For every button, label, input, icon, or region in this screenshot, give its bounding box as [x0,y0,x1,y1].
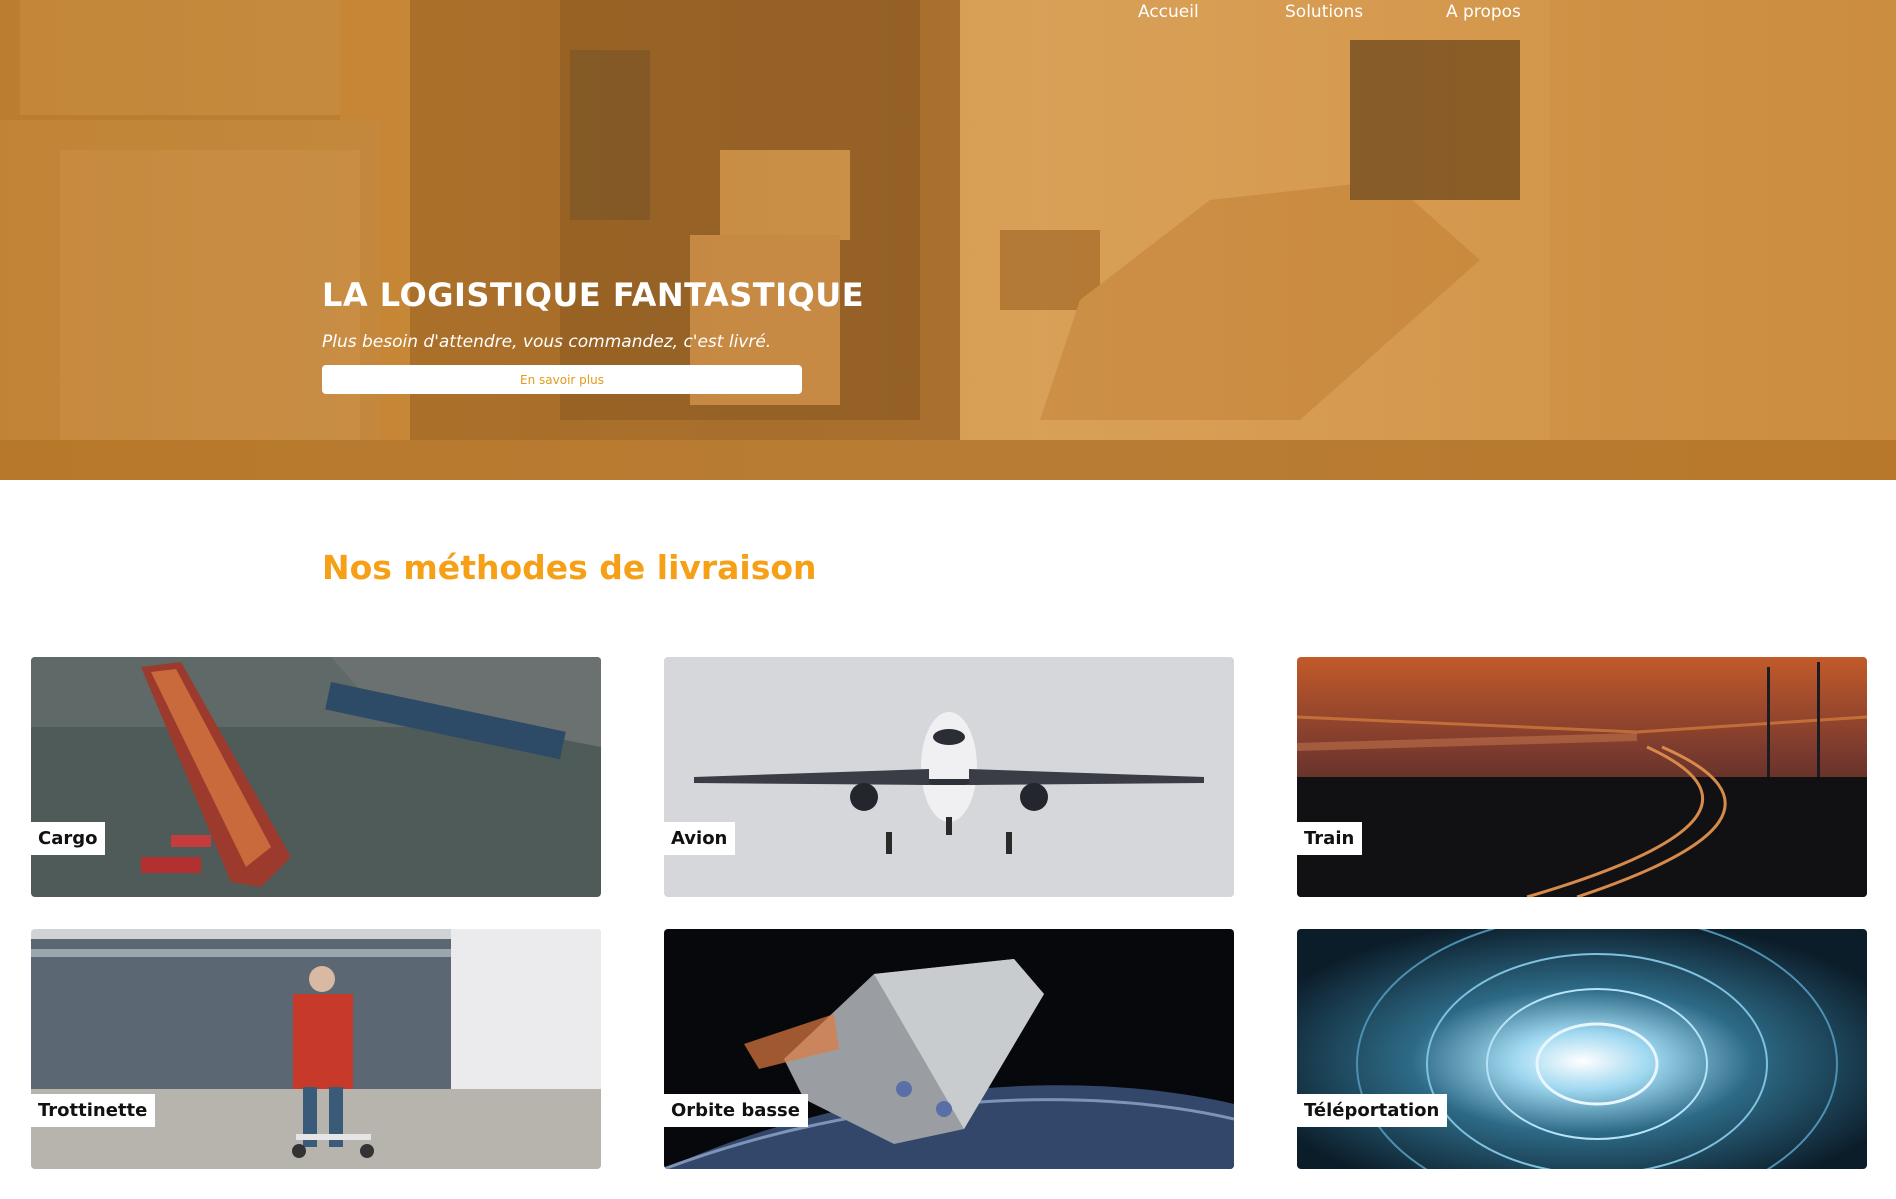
scooter-image [31,929,601,1169]
hero-subtitle: Plus besoin d'attendre, vous commandez, … [322,332,772,352]
method-label-train: Train [1297,822,1363,855]
method-label-cargo: Cargo [31,822,106,855]
method-label-teleportation: Téléportation [1297,1094,1448,1127]
hero-banner: Accueil Solutions A propos LA LOGISTIQUE… [0,0,1896,480]
method-label-orbite-basse: Orbite basse [664,1094,808,1127]
method-card-orbite-basse[interactable]: Orbite basse [664,929,1234,1169]
section-title: Nos méthodes de livraison [322,548,817,587]
spacecraft-image [664,929,1234,1169]
nav-item-solutions[interactable]: Solutions [1285,2,1363,22]
method-card-avion[interactable]: Avion [664,657,1234,897]
method-label-trottinette: Trottinette [31,1094,156,1127]
airplane-image [664,657,1234,897]
cargo-ship-image [31,657,601,897]
main-nav: Accueil Solutions A propos [0,2,1896,28]
nav-item-accueil[interactable]: Accueil [1138,2,1199,22]
method-card-cargo[interactable]: Cargo [31,657,601,897]
learn-more-button[interactable]: En savoir plus [322,365,802,394]
method-card-teleportation[interactable]: Téléportation [1297,929,1867,1169]
method-card-trottinette[interactable]: Trottinette [31,929,601,1169]
wormhole-image [1297,929,1867,1169]
train-image [1297,657,1867,897]
method-label-avion: Avion [664,822,736,855]
hero-color-overlay [0,0,1896,480]
method-card-train[interactable]: Train [1297,657,1867,897]
hero-title: LA LOGISTIQUE FANTASTIQUE [322,276,865,314]
nav-item-a-propos[interactable]: A propos [1446,2,1521,22]
